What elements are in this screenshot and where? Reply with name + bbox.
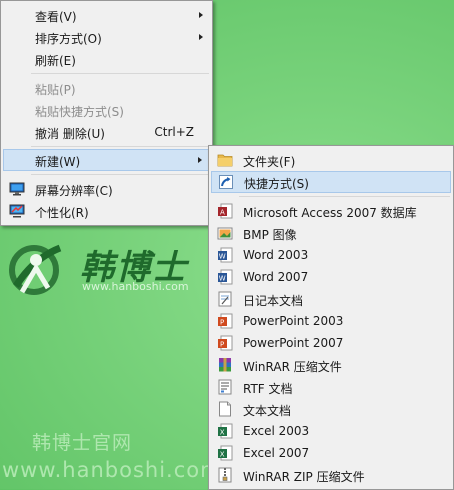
menu-item-paste-shortcut: 粘贴快捷方式(S)	[35, 105, 124, 119]
menu-item-new[interactable]: 新建(W)	[3, 149, 210, 171]
watermark-url: www.hanboshi.com	[82, 280, 189, 293]
submenu-item-word-2003[interactable]: W Word 2003	[211, 244, 451, 266]
submenu-item-rtf[interactable]: RTF 文档	[211, 376, 451, 398]
shortcut-icon	[218, 174, 234, 190]
submenu-arrow-icon	[198, 157, 202, 163]
menu-item-undo-delete[interactable]: 撤消 删除(U) Ctrl+Z	[3, 121, 210, 143]
watermark-bottom-text: 韩博士官网	[32, 432, 133, 454]
menu-item-sort-by[interactable]: 排序方式(O)	[3, 26, 210, 48]
submenu-item-winrar-zip[interactable]: WinRAR ZIP 压缩文件	[211, 464, 451, 486]
watermark-bottom-url: www.hanboshi.com	[2, 458, 222, 482]
menu-item-paste: 粘贴(P)	[35, 83, 76, 97]
powerpoint-icon: P	[217, 335, 233, 351]
submenu-item-journal[interactable]: 日记本文档	[211, 288, 451, 310]
access-icon: A	[217, 203, 233, 219]
submenu-item-powerpoint-2003[interactable]: P PowerPoint 2003	[211, 310, 451, 332]
submenu-item-excel-2007[interactable]: X Excel 2007	[211, 442, 451, 464]
display-settings-icon	[9, 181, 25, 197]
powerpoint-icon: P	[217, 313, 233, 329]
hanboshi-watermark-logo: 韩博士 www.hanboshi.com	[2, 238, 202, 302]
svg-text:X: X	[220, 429, 225, 437]
winrar-icon	[217, 357, 233, 373]
submenu-arrow-icon	[199, 12, 203, 18]
undo-shortcut: Ctrl+Z	[154, 125, 194, 139]
word-icon: W	[217, 247, 233, 263]
svg-text:W: W	[219, 275, 226, 283]
text-icon	[217, 401, 233, 417]
submenu-item-excel-2003[interactable]: X Excel 2003	[211, 420, 451, 442]
rtf-icon	[217, 379, 233, 395]
submenu-item-powerpoint-2007[interactable]: P PowerPoint 2007	[211, 332, 451, 354]
zip-icon	[217, 467, 233, 483]
svg-text:A: A	[220, 209, 225, 217]
excel-icon: X	[217, 445, 233, 461]
submenu-item-shortcut[interactable]: 快捷方式(S)	[211, 171, 451, 193]
desktop-background[interactable]: 韩博士 www.hanboshi.com 韩博士官网 www.hanboshi.…	[0, 0, 454, 490]
hanboshi-logo-icon	[2, 238, 72, 298]
svg-text:P: P	[220, 341, 224, 349]
menu-separator	[31, 73, 209, 74]
submenu-item-word-2007[interactable]: W Word 2007	[211, 266, 451, 288]
svg-text:W: W	[219, 253, 226, 261]
excel-icon: X	[217, 423, 233, 439]
desktop-context-menu: 查看(V) 排序方式(O) 刷新(E) 粘贴(P) 粘贴快捷方式(S) 撤消 删…	[0, 0, 213, 226]
word-icon: W	[217, 269, 233, 285]
submenu-item-bmp[interactable]: BMP 图像	[211, 222, 451, 244]
submenu-item-access[interactable]: A Microsoft Access 2007 数据库	[211, 200, 451, 222]
menu-separator	[31, 146, 209, 147]
submenu-item-folder[interactable]: 文件夹(F)	[211, 149, 451, 171]
menu-separator	[31, 174, 209, 175]
menu-item-view[interactable]: 查看(V)	[3, 4, 210, 26]
journal-icon	[217, 291, 233, 307]
submenu-item-text-document[interactable]: 文本文档	[211, 398, 451, 420]
bmp-icon	[217, 225, 233, 241]
menu-item-screen-resolution[interactable]: 屏幕分辨率(C)	[3, 178, 210, 200]
menu-item-refresh[interactable]: 刷新(E)	[3, 48, 210, 70]
folder-icon	[217, 152, 233, 168]
personalize-icon	[9, 203, 25, 219]
submenu-item-winrar[interactable]: WinRAR 压缩文件	[211, 354, 451, 376]
new-submenu: 文件夹(F) 快捷方式(S) A Microsoft Access 2007 数…	[208, 145, 454, 490]
menu-item-personalize[interactable]: 个性化(R)	[3, 200, 210, 222]
svg-text:X: X	[220, 451, 225, 459]
menu-separator	[239, 196, 450, 197]
submenu-arrow-icon	[199, 34, 203, 40]
svg-text:P: P	[220, 319, 224, 327]
